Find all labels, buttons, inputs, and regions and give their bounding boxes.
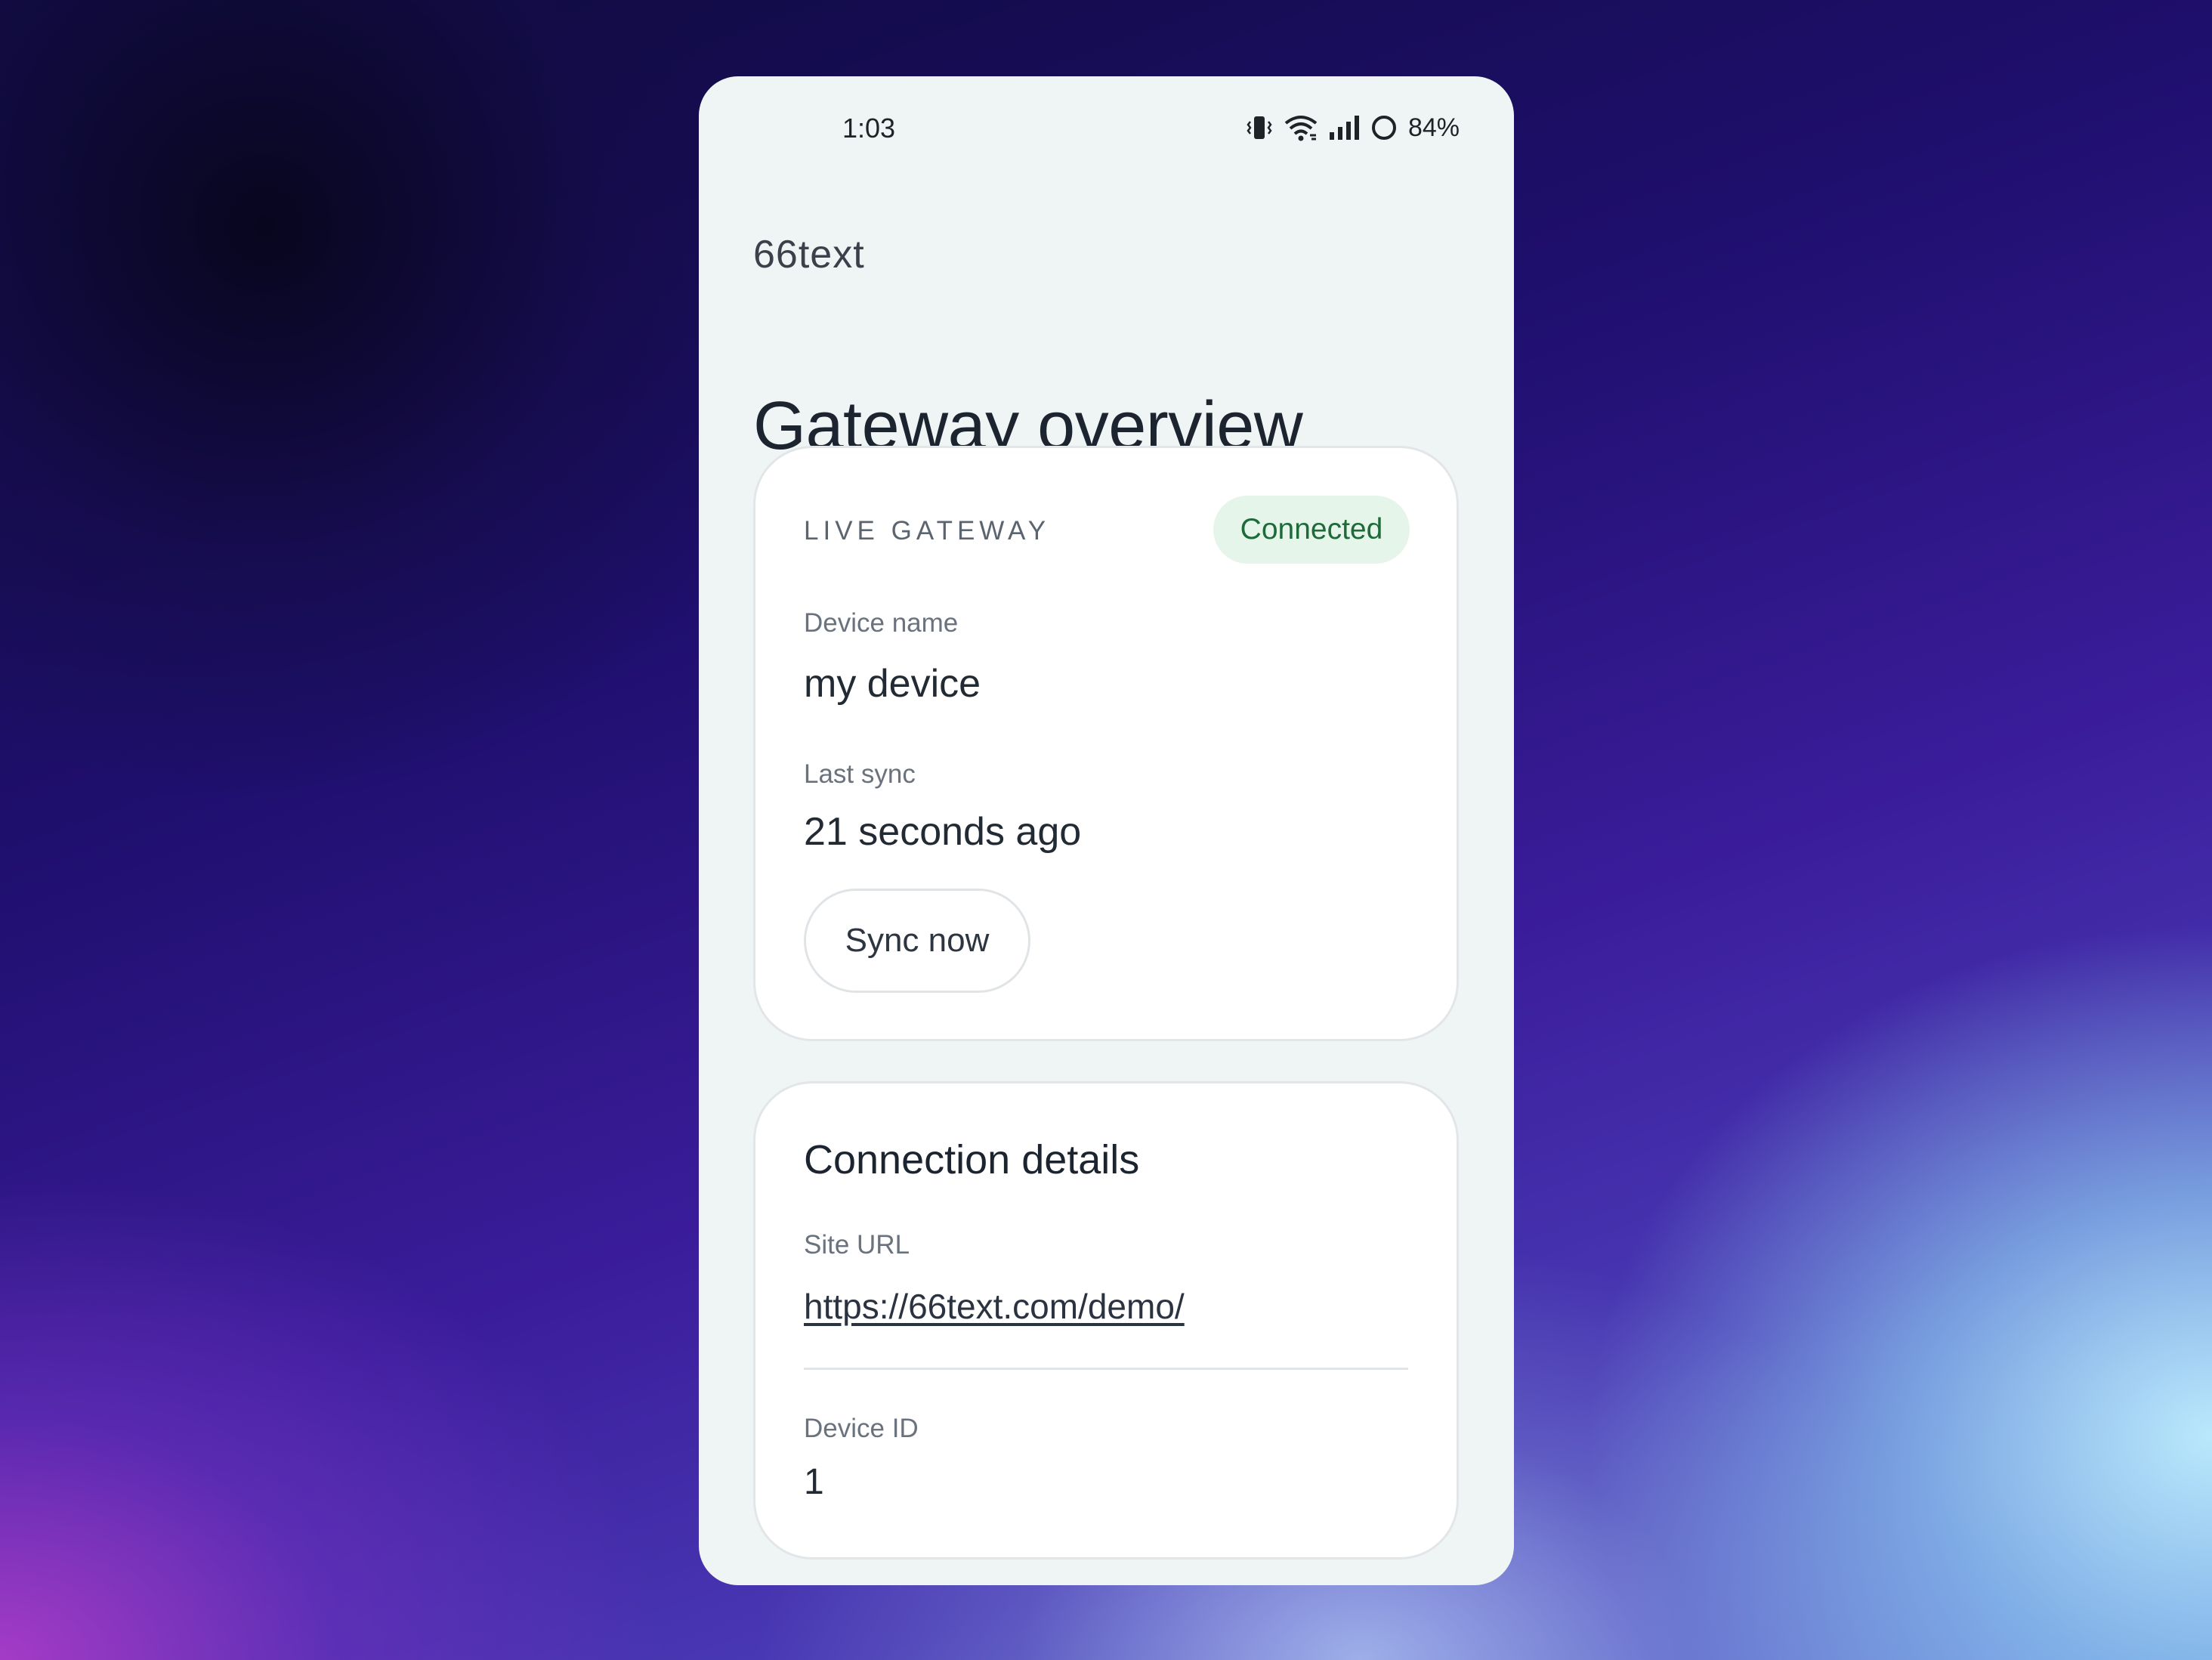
divider bbox=[804, 1368, 1408, 1370]
status-bar: 1:03 84% bbox=[699, 76, 1514, 182]
site-url-link[interactable]: https://66text.com/demo/ bbox=[804, 1286, 1185, 1327]
last-sync-value: 21 seconds ago bbox=[804, 810, 1082, 854]
card-eyebrow: LIVE GATEWAY bbox=[804, 516, 1051, 546]
device-id-label: Device ID bbox=[804, 1414, 919, 1443]
battery-ring-icon bbox=[1370, 114, 1398, 141]
status-badge: Connected bbox=[1213, 496, 1410, 564]
live-gateway-card: LIVE GATEWAY Connected Device name my de… bbox=[753, 446, 1459, 1041]
site-url-label: Site URL bbox=[804, 1230, 910, 1260]
device-name-value: my device bbox=[804, 662, 981, 706]
phone-screen: 1:03 84% 66text Gateway overview LIVE GA… bbox=[699, 76, 1514, 1585]
battery-percentage: 84% bbox=[1407, 113, 1460, 142]
connection-details-card: Connection details Site URL https://66te… bbox=[753, 1081, 1459, 1560]
status-time: 1:03 bbox=[842, 113, 896, 144]
section-title: Connection details bbox=[804, 1137, 1140, 1182]
device-id-value: 1 bbox=[804, 1462, 824, 1502]
wifi-icon bbox=[1283, 113, 1319, 143]
signal-icon bbox=[1328, 114, 1361, 141]
app-brand: 66text bbox=[753, 233, 865, 277]
vibrate-icon bbox=[1245, 114, 1274, 141]
device-name-label: Device name bbox=[804, 608, 959, 638]
last-sync-label: Last sync bbox=[804, 759, 916, 789]
status-icons: 84% bbox=[1245, 111, 1460, 144]
sync-now-button[interactable]: Sync now bbox=[804, 889, 1030, 993]
